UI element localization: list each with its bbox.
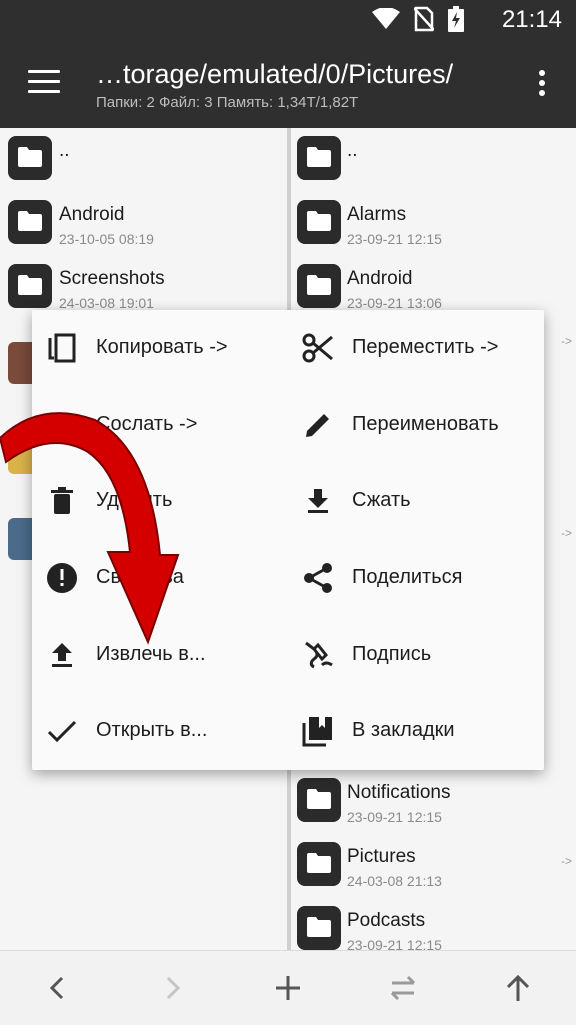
item-date: 24-03-08 19:01 [59,295,154,311]
item-name: Android [59,204,125,225]
item-date: 23-09-21 12:15 [347,809,442,825]
wifi-icon [372,8,400,29]
path-title: …torage/emulated/0/Pictures/ [96,59,454,89]
folder-icon [8,264,52,308]
item-date: 23-09-21 12:15 [347,937,442,950]
storage-info: Папки: 2 Файл: 3 Память: 1,34T/1,82T [96,94,359,111]
menu-item-link[interactable]: Сослать -> [32,390,288,460]
download-icon [308,489,328,513]
list-item[interactable]: .. [0,128,287,192]
item-name: Pictures [347,846,416,867]
upload-icon [52,643,72,667]
add-icon[interactable] [271,971,305,1005]
menu-item-label: Извлечь в... [96,643,206,665]
menu-item-label: Подпись [352,643,432,665]
item-date: 23-09-21 12:15 [347,231,442,247]
menu-item-bookmark[interactable]: В закладки [288,696,544,766]
status-bar: 21:14 [0,0,576,40]
menu-item-share[interactable]: Поделиться [288,543,544,613]
menu-item-copy[interactable]: Копировать -> [32,313,288,383]
menu-item-label: Переименовать [352,413,499,435]
item-name: Alarms [347,204,407,225]
status-icons [372,6,464,32]
check-icon [47,720,77,743]
item-date: 24-03-08 21:13 [347,873,442,889]
list-item[interactable]: Pictures 24-03-08 21:13 -> [291,834,576,898]
menu-item-extract[interactable]: Извлечь в... [32,620,288,690]
menu-item-label: Открыть в... [96,719,208,741]
link-tag: -> [560,334,572,348]
menu-item-label: Сослать -> [96,413,198,435]
hamburger-icon[interactable] [28,70,60,94]
item-date: 23-10-05 08:19 [59,231,154,247]
link-icon [46,417,78,433]
folder-icon [8,200,52,244]
signature-icon [305,641,333,669]
trash-icon [51,487,73,514]
list-item[interactable]: Android 23-10-05 08:19 [0,192,287,256]
share-icon [304,563,332,593]
folder-icon [8,136,52,180]
menu-item-label: Поделиться [352,566,463,588]
list-item[interactable]: .. [291,128,576,192]
no-sim-icon [414,6,434,32]
menu-item-label: Переместить -> [352,336,499,358]
menu-item-label: Удалить [96,489,173,511]
menu-item-label: Копировать -> [96,336,228,358]
item-name: Screenshots [59,268,165,289]
context-menu: Копировать -> Сослать -> Удалить Свойств… [32,310,544,770]
link-tag: -> [560,526,572,540]
folder-icon [297,264,341,308]
menu-item-open-with[interactable]: Открыть в... [32,696,288,766]
item-name: Android [347,268,413,289]
info-icon [47,563,77,593]
folder-icon [297,778,341,822]
swap-icon[interactable] [386,971,420,1005]
menu-item-label: В закладки [352,719,455,741]
list-item[interactable]: Alarms 23-09-21 12:15 [291,192,576,256]
folder-icon [297,842,341,886]
menu-item-label: Сжать [352,489,411,511]
clock: 21:14 [501,6,562,33]
menu-item-properties[interactable]: Свойства [32,543,288,613]
menu-item-label: Свойства [96,566,184,588]
list-item[interactable]: Podcasts 23-09-21 12:15 [291,898,576,950]
list-item[interactable]: Notifications 23-09-21 12:15 [291,770,576,834]
link-tag: -> [560,854,572,868]
item-name: .. [347,140,358,161]
app-bar: …torage/emulated/0/Pictures/ Папки: 2 Фа… [0,40,576,128]
up-icon[interactable] [501,971,535,1005]
battery-charging-icon [448,6,464,32]
menu-item-delete[interactable]: Удалить [32,466,288,536]
bookmarks-icon [302,717,332,747]
folder-icon [297,200,341,244]
pencil-icon [306,414,329,437]
menu-item-compress[interactable]: Сжать [288,466,544,536]
back-icon[interactable] [40,971,74,1005]
folder-icon [297,906,341,950]
menu-item-signature[interactable]: Подпись [288,620,544,690]
menu-item-move[interactable]: Переместить -> [288,313,544,383]
copy-icon [48,333,76,363]
scissors-icon [302,333,333,363]
item-date: 23-09-21 13:06 [347,295,442,311]
bottom-toolbar [0,950,576,1025]
item-name: Notifications [347,782,451,803]
item-name: Podcasts [347,910,426,931]
item-name: .. [59,140,70,161]
folder-icon [297,136,341,180]
menu-item-rename[interactable]: Переименовать [288,390,544,460]
forward-icon[interactable] [156,971,190,1005]
more-vertical-icon[interactable] [538,70,546,98]
